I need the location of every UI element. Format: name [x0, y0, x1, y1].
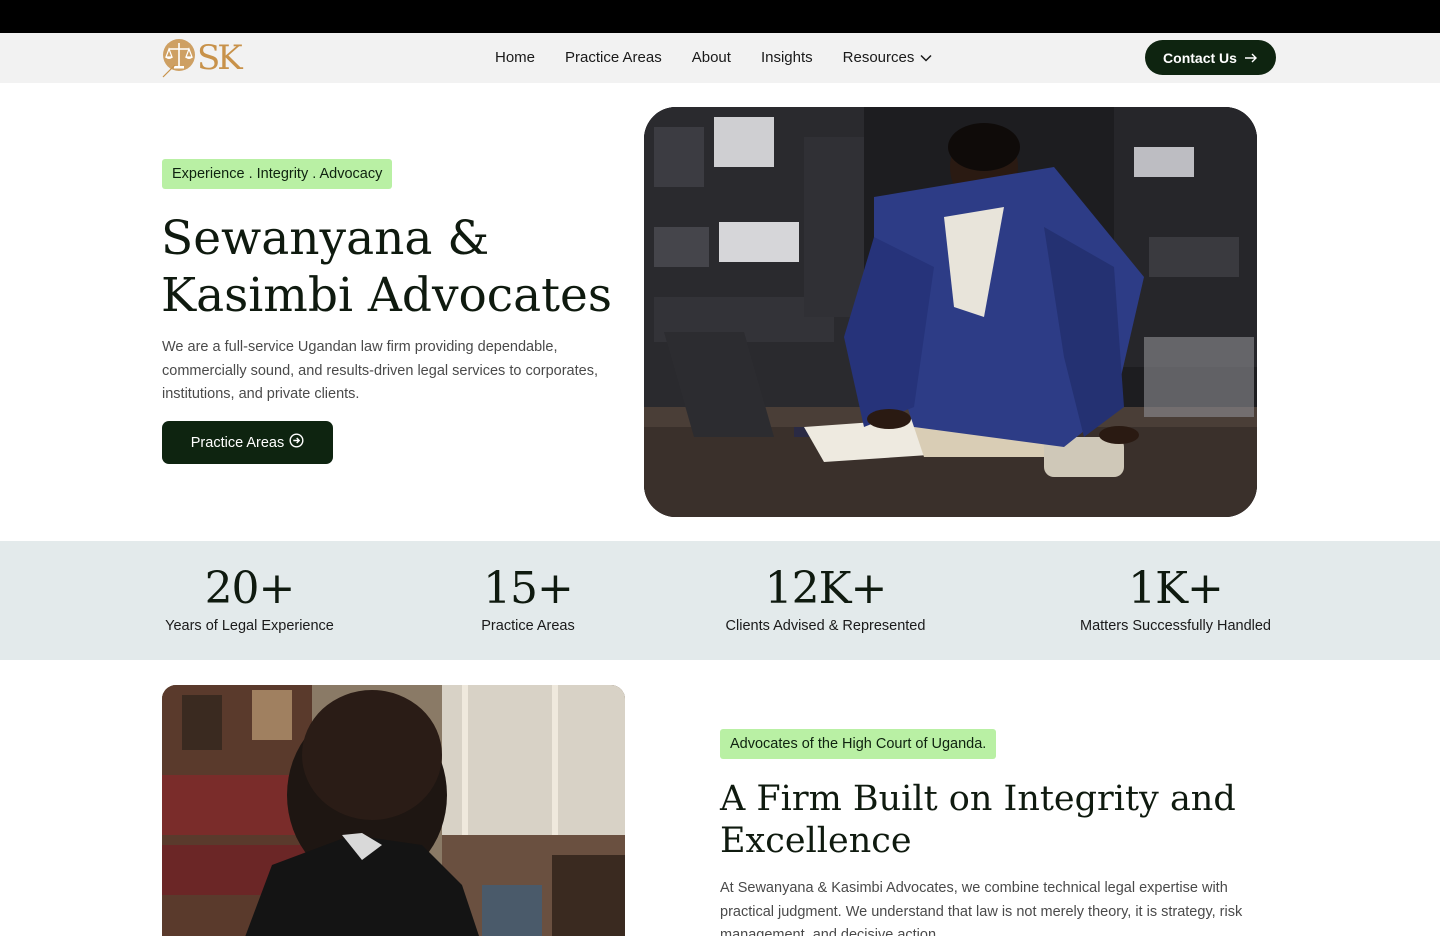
stat-clients-advised: 12K+ Clients Advised & Represented — [713, 541, 938, 635]
contact-us-button[interactable]: Contact Us — [1145, 40, 1276, 75]
hero-title: Sewanyana & Kasimbi Advocates — [161, 210, 631, 324]
hero-description: We are a full-service Ugandan law firm p… — [162, 339, 598, 402]
nav-item-home[interactable]: Home — [495, 48, 535, 68]
stat-number: 1K+ — [1128, 563, 1224, 614]
practice-areas-button[interactable]: Practice Areas — [162, 421, 333, 464]
about-title: A Firm Built on Integrity and Excellence — [720, 778, 1240, 862]
nav-item-practice-areas[interactable]: Practice Areas — [565, 48, 662, 68]
firm-logo[interactable]: SK — [161, 37, 253, 79]
hero-title-line-2: Kasimbi Advocates — [161, 268, 612, 323]
stat-years-experience: 20+ Years of Legal Experience — [162, 541, 337, 635]
stat-number: 15+ — [483, 563, 574, 614]
stat-matters-handled: 1K+ Matters Successfully Handled — [1068, 541, 1283, 635]
stats-band: 20+ Years of Legal Experience 15+ Practi… — [0, 541, 1440, 660]
stat-practice-areas: 15+ Practice Areas — [468, 541, 588, 635]
logo-text: SK — [197, 38, 243, 78]
stat-number: 20+ — [204, 563, 296, 614]
nav-item-insights[interactable]: Insights — [761, 48, 813, 68]
about-title-line-1: A Firm Built on Integrity and — [720, 779, 1236, 819]
hero-lawyer-photo — [644, 107, 1257, 517]
about-badge: Advocates of the High Court of Uganda. — [720, 729, 997, 759]
top-black-bar — [0, 0, 1440, 33]
main-navigation: SK Home Practice Areas About Insights Re… — [0, 33, 1440, 83]
nav-item-resources-label: Resources — [842, 49, 915, 66]
stat-label: Matters Successfully Handled — [1080, 618, 1271, 634]
stat-label: Practice Areas — [481, 618, 575, 634]
practice-areas-button-label: Practice Areas — [190, 434, 285, 451]
about-title-line-2: Excellence — [720, 821, 912, 861]
chevron-down-icon — [920, 48, 932, 68]
stat-label: Clients Advised & Represented — [725, 618, 926, 634]
about-lawyer-photo — [162, 685, 625, 936]
nav-item-about[interactable]: About — [692, 48, 731, 68]
about-description: At Sewanyana & Kasimbi Advocates, we com… — [720, 880, 1243, 936]
scales-of-justice-icon — [162, 39, 195, 78]
hero-tagline-badge: Experience . Integrity . Advocacy — [162, 159, 393, 189]
arrow-right-icon — [1244, 50, 1258, 66]
stat-label: Years of Legal Experience — [165, 618, 334, 634]
nav-menu: Home Practice Areas About Insights Resou… — [495, 48, 932, 68]
hero-title-line-1: Sewanyana & — [161, 211, 490, 266]
stat-number: 12K+ — [764, 563, 888, 614]
nav-item-resources[interactable]: Resources — [843, 48, 933, 68]
contact-us-label: Contact Us — [1163, 49, 1237, 66]
circle-arrow-right-icon — [289, 433, 304, 452]
